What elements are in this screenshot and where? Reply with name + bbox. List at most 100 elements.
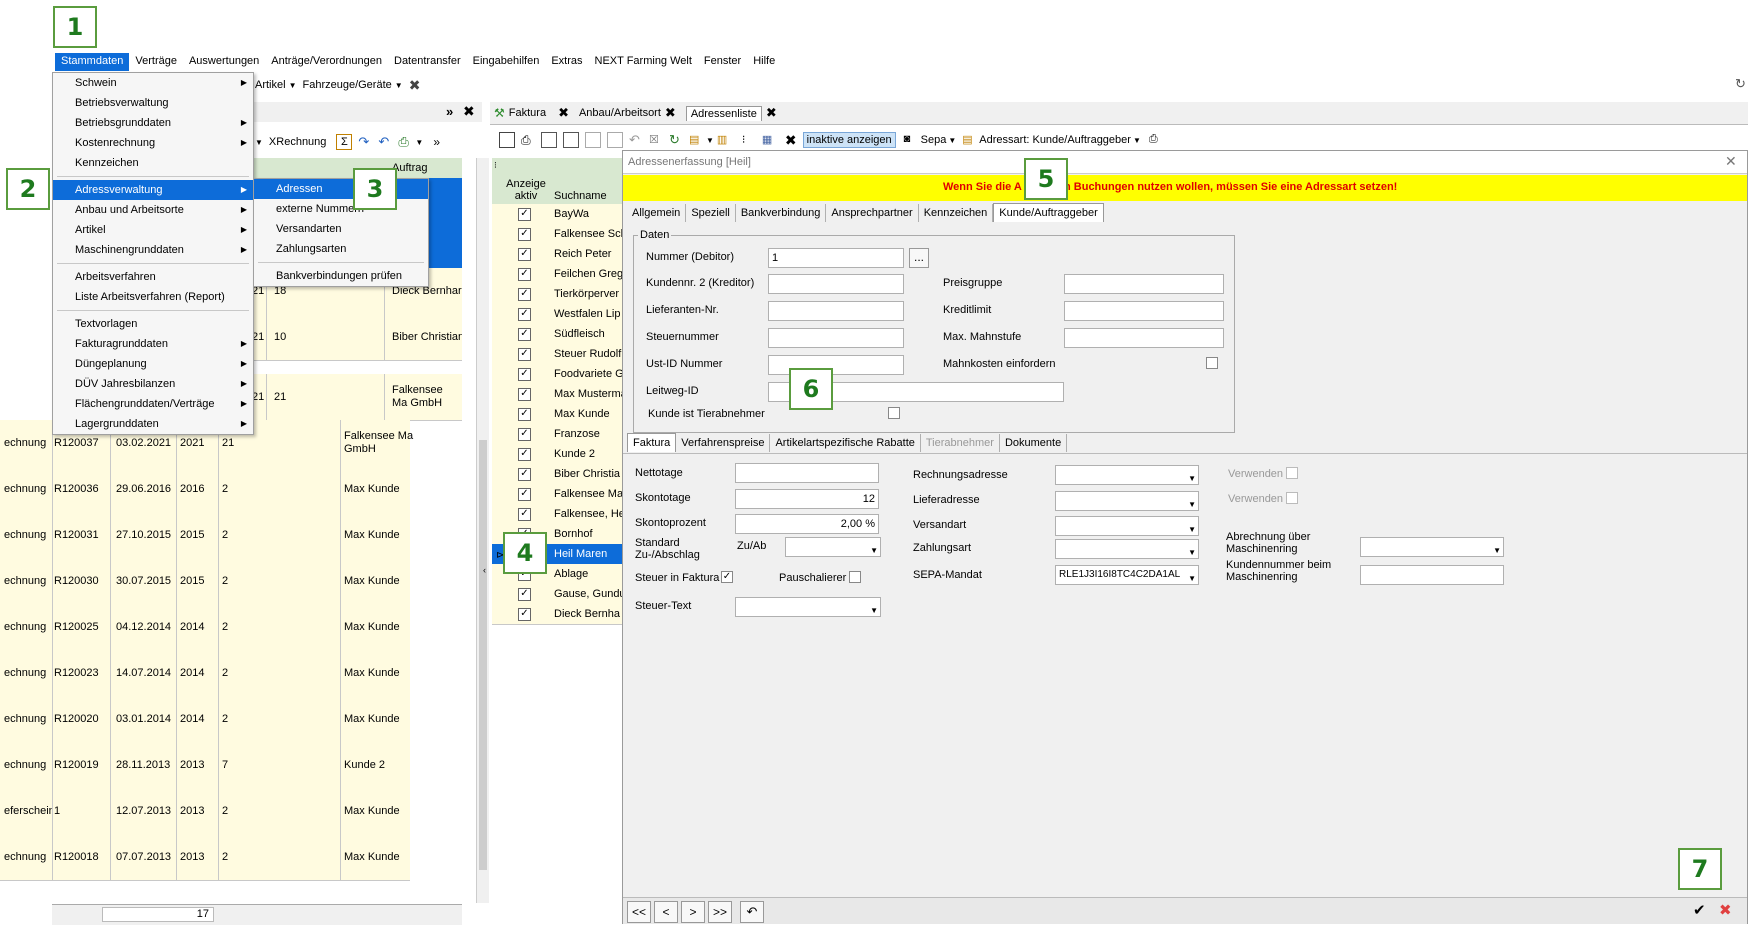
tab-allgemein[interactable]: Allgemein (627, 204, 687, 222)
aktiv-checkbox[interactable]: ✓ (518, 248, 531, 261)
list-item[interactable]: ✓ Falkensee Ma (492, 484, 622, 505)
close-icon[interactable]: ✖ (409, 77, 421, 94)
aktiv-checkbox[interactable]: ✓ (518, 228, 531, 241)
mahnstufe-input[interactable] (1064, 328, 1224, 348)
tierabnehmer-checkbox[interactable] (888, 407, 900, 419)
steuer-faktura-checkbox[interactable]: ✓ (721, 571, 733, 583)
close-tab-icon[interactable]: ✖ (766, 105, 777, 121)
table-row[interactable]: echnung R120036 29.06.2016 2016 2 Max Kunde (0, 466, 410, 513)
preisgruppe-input[interactable] (1064, 274, 1224, 294)
options-icon[interactable]: ⁝ (494, 160, 497, 171)
delete-icon[interactable]: ✖ (785, 132, 797, 149)
prev-record-button[interactable]: < (654, 901, 678, 923)
save-icon[interactable] (607, 132, 623, 148)
first-record-button[interactable]: << (627, 901, 651, 923)
redo-icon[interactable]: ↷ (358, 135, 372, 149)
menu-item-kennzeichen[interactable]: Kennzeichen (53, 153, 253, 173)
nummer-input[interactable]: 1 (768, 248, 904, 268)
tab-kennzeichen[interactable]: Kennzeichen (919, 204, 994, 222)
menu-item-schwein[interactable]: Schwein ▶ (53, 73, 253, 93)
kundennummer-mr-input[interactable] (1360, 565, 1504, 585)
aktiv-checkbox[interactable]: ✓ (518, 328, 531, 341)
mahnkosten-checkbox[interactable] (1206, 357, 1218, 369)
print-icon[interactable]: ⎙ (1149, 133, 1163, 147)
table-row[interactable]: echnung R120030 30.07.2015 2015 2 Max Kunde (0, 558, 410, 605)
tab-ansprechpartner[interactable]: Ansprechpartner (826, 204, 919, 222)
menu-item-artikel[interactable]: Artikel ▶ (53, 220, 253, 240)
menu-next-farming[interactable]: NEXT Farming Welt (589, 53, 698, 71)
aktiv-checkbox[interactable]: ✓ (518, 268, 531, 281)
abrechnung-mr-select[interactable]: ▼ (1360, 537, 1504, 557)
chevron-down-icon[interactable]: ▼ (289, 81, 297, 90)
aktiv-checkbox[interactable]: ✓ (518, 308, 531, 321)
cancel-icon[interactable]: ☒ (649, 133, 663, 147)
list-icon[interactable]: ⁝ (742, 133, 756, 147)
list-item[interactable]: ✓ Tierkörperver (492, 284, 622, 305)
verwenden-checkbox[interactable] (1286, 492, 1298, 504)
scrollbar-thumb[interactable] (479, 440, 487, 870)
aktiv-checkbox[interactable]: ✓ (518, 468, 531, 481)
chevron-down-icon[interactable]: ▼ (948, 136, 956, 145)
lieferanten-input[interactable] (768, 301, 904, 321)
kreditlimit-input[interactable] (1064, 301, 1224, 321)
aktiv-checkbox[interactable]: ✓ (518, 508, 531, 521)
sepa-mandat-select[interactable]: RLE1J3I16I8TC4C2DA1AL ▼ (1055, 565, 1199, 585)
last-record-button[interactable]: >> (708, 901, 732, 923)
inaktive-anzeigen-toggle[interactable]: inaktive anzeigen (802, 132, 896, 148)
print-icon[interactable]: ⎙ (521, 133, 535, 147)
table-row[interactable]: echnung R120025 04.12.2014 2014 2 Max Kunde (0, 604, 410, 651)
adressart-button[interactable]: Adressart: Kunde/Auftraggeber (979, 134, 1131, 146)
chevron-down-icon[interactable]: ▼ (255, 138, 263, 147)
sum-icon[interactable]: Σ (336, 134, 353, 150)
menu-item-kostenrechnung[interactable]: Kostenrechnung ▶ (53, 133, 253, 153)
list-item[interactable]: ✓ Dieck Bernha (492, 604, 622, 625)
table-row[interactable]: echnung R120031 27.10.2015 2015 2 Max Kunde (0, 512, 410, 559)
close-icon[interactable]: ✕ (1725, 153, 1737, 170)
next-record-button[interactable]: > (681, 901, 705, 923)
menu-item-liste-arbeitsverfahren[interactable]: Liste Arbeitsverfahren (Report) (53, 287, 253, 307)
skontotage-input[interactable]: 12 (735, 489, 879, 509)
list-item[interactable]: ✓ Westfalen Lip (492, 304, 622, 325)
confirm-icon[interactable]: ✔ (1693, 901, 1706, 919)
menu-item-fakturagrunddaten[interactable]: Fakturagrunddaten ▶ (53, 334, 253, 354)
aktiv-checkbox[interactable]: ✓ (518, 348, 531, 361)
menu-hilfe[interactable]: Hilfe (747, 53, 781, 71)
refresh-icon[interactable]: ↻ (1735, 76, 1746, 92)
list-item[interactable]: ✓ Max Musterma (492, 384, 622, 405)
undo-icon[interactable]: ↶ (740, 901, 764, 923)
menu-stammdaten[interactable]: Stammdaten (55, 53, 130, 71)
aktiv-checkbox[interactable]: ✓ (518, 388, 531, 401)
undo-icon[interactable]: ↶ (378, 135, 392, 149)
menu-item-adressverwaltung[interactable]: Adressverwaltung ▶ (53, 180, 253, 200)
aktiv-checkbox[interactable]: ✓ (518, 208, 531, 221)
chevron-down-icon[interactable]: ▼ (395, 81, 403, 90)
copy-icon[interactable] (563, 132, 579, 148)
table-row[interactable]: echnung R120019 28.11.2013 2013 7 Kunde 2 (0, 742, 410, 789)
export-icon[interactable]: ▤ (689, 133, 703, 147)
tab-anbau[interactable]: Anbau/Arbeitsort (579, 107, 661, 119)
more-icon[interactable]: » (433, 135, 440, 149)
aktiv-checkbox[interactable]: ✓ (518, 588, 531, 601)
list-item[interactable]: ✓ Kunde 2 (492, 444, 622, 465)
menu-auswertungen[interactable]: Auswertungen (183, 53, 265, 71)
calc-icon[interactable]: ▦ (762, 133, 776, 147)
menu-vertraege[interactable]: Verträge (129, 53, 183, 71)
list-item[interactable]: ✓ Reich Peter (492, 244, 622, 265)
zuab-select[interactable]: ▼ (785, 537, 881, 557)
submenu-item-zahlungsarten[interactable]: Zahlungsarten (254, 239, 428, 259)
kundennr2-input[interactable] (768, 274, 904, 294)
list-item[interactable]: ✓ Max Kunde (492, 404, 622, 425)
tab-kunde-auftraggeber[interactable]: Kunde/Auftraggeber (993, 203, 1104, 222)
menu-datentransfer[interactable]: Datentransfer (388, 53, 467, 71)
menu-item-betriebsverwaltung[interactable]: Betriebsverwaltung (53, 93, 253, 113)
menu-eingabehilfen[interactable]: Eingabehilfen (467, 53, 546, 71)
list-item[interactable]: ✓ Foodvariete G (492, 364, 622, 385)
undo-icon[interactable]: ↶ (629, 133, 643, 147)
cancel-icon[interactable]: ✖ (1719, 901, 1732, 919)
aktiv-checkbox[interactable]: ✓ (518, 428, 531, 441)
subtab-verfahrenspreise[interactable]: Verfahrenspreise (676, 434, 771, 452)
subtab-rabatte[interactable]: Artikelartspezifische Rabatte (770, 434, 921, 452)
list-item[interactable]: ✓ Steuer Rudolf (492, 344, 622, 365)
tab-adressenliste[interactable]: Adressenliste (685, 105, 762, 121)
lieferadresse-select[interactable]: ▼ (1055, 491, 1199, 511)
